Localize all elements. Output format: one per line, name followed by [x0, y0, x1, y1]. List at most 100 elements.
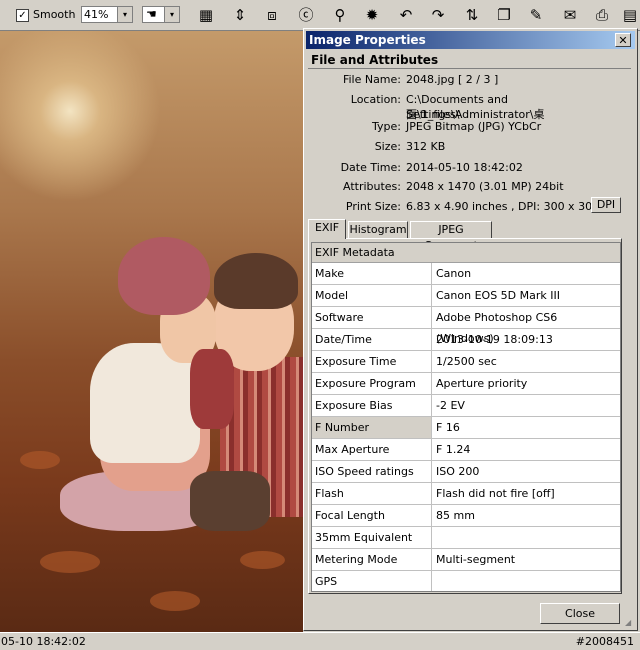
exif-value: 1/2500 sec	[436, 355, 497, 368]
girl-hat	[118, 237, 210, 315]
table-row[interactable]: 35mm Equivalent	[312, 527, 620, 549]
attribute-value: 2048 x 1470 (3.01 MP) 24bit	[406, 180, 564, 193]
exif-key: F Number	[312, 417, 432, 438]
exif-value: 85 mm	[436, 509, 475, 522]
chevron-down-icon: ▾	[164, 7, 179, 22]
exif-header: EXIF Metadata	[312, 243, 620, 263]
exif-key: 35mm Equivalent	[312, 527, 432, 548]
exif-value: F 16	[436, 421, 460, 434]
attribute-label: Print Size:	[345, 200, 401, 213]
table-row[interactable]: Make Canon	[312, 263, 620, 285]
close-button[interactable]: Close	[540, 603, 620, 624]
sun-effects-icon[interactable]: ✹	[362, 5, 382, 25]
exif-value: ISO 200	[436, 465, 480, 478]
tab-jpeg-comment[interactable]: JPEG Comment	[410, 221, 492, 252]
attribute-label: Location:	[350, 93, 401, 106]
table-row[interactable]: Date/Time 2013-10-19 18:09:13	[312, 329, 620, 351]
filmstrip-icon[interactable]: ▦	[196, 5, 216, 25]
toolbar: ✓ Smooth 41% ▾ ☚ ▾ ▦ ⇕ ⧈ ⓒ ⚲ ✹ ↶ ↷ ⇅ ❐ ✎ ✉ ⎙ ▤	[0, 0, 640, 31]
exif-value: F 1.24	[436, 443, 471, 456]
exif-key: Model	[312, 285, 432, 306]
chevron-down-icon: ▾	[117, 7, 132, 22]
hand-icon: ☚	[146, 7, 157, 21]
attribute-value: JPEG Bitmap (JPG) YCbCr	[406, 120, 542, 133]
table-row[interactable]: Max Aperture F 1.24	[312, 439, 620, 461]
print-icon[interactable]: ⎙	[592, 5, 612, 25]
color-balance-icon[interactable]: ⓒ	[296, 5, 316, 25]
paint-icon[interactable]: ✎	[526, 5, 546, 25]
save-icon[interactable]: ▤	[620, 5, 640, 25]
table-row[interactable]: Exposure Bias -2 EV	[312, 395, 620, 417]
status-id: #2008451	[575, 635, 634, 648]
leaf-shape	[240, 551, 285, 569]
table-row[interactable]: Focal Length 85 mm	[312, 505, 620, 527]
leaf-shape	[20, 451, 60, 469]
attribute-label: Size:	[374, 140, 401, 153]
email-icon[interactable]: ✉	[560, 5, 580, 25]
attribute-label: Date Time:	[340, 161, 401, 174]
resize-grip-icon[interactable]: ◢	[625, 618, 635, 628]
stamp-icon[interactable]: ⚲	[330, 5, 350, 25]
zoom-select[interactable]: 41% ▾	[81, 6, 133, 23]
status-datetime: 05-10 18:42:02	[1, 635, 86, 648]
exif-key: Focal Length	[312, 505, 432, 526]
attribute-value: 2014-05-10 18:42:02	[406, 161, 523, 174]
exif-key: ISO Speed ratings	[312, 461, 432, 482]
exif-value: Adobe Photoshop CS6 (Windows)	[436, 311, 558, 345]
table-row[interactable]: Model Canon EOS 5D Mark III	[312, 285, 620, 307]
smooth-label: Smooth	[33, 8, 76, 21]
table-row[interactable]: Exposure Time 1/2500 sec	[312, 351, 620, 373]
exif-value: 2013-10-19 18:09:13	[436, 333, 553, 346]
attribute-label: Attributes:	[342, 180, 401, 193]
flip-icon[interactable]: ⇅	[462, 5, 482, 25]
exif-key: Software	[312, 307, 432, 328]
smooth-checkbox[interactable]: ✓	[16, 9, 29, 22]
dialog-titlebar[interactable]: Image Properties ✕	[306, 31, 635, 49]
rotate-right-icon[interactable]: ↷	[428, 5, 448, 25]
exif-key: Flash	[312, 483, 432, 504]
exif-key: Metering Mode	[312, 549, 432, 570]
pan-tool-select[interactable]: ☚ ▾	[142, 6, 180, 23]
exif-value: Multi-segment	[436, 553, 516, 566]
section-title: File and Attributes	[308, 51, 631, 69]
exif-key: Exposure Time	[312, 351, 432, 372]
exif-value: Aperture priority	[436, 377, 528, 390]
boot	[190, 471, 270, 531]
attribute-value: 312 KB	[406, 140, 446, 153]
exif-panel: EXIF Metadata Make Canon Model Canon EOS 5D…	[308, 238, 622, 594]
copy-icon[interactable]: ❐	[494, 5, 514, 25]
attribute-value: 2048.jpg [ 2 / 3 ]	[406, 73, 499, 86]
boy-hair	[214, 253, 298, 309]
girl-scarf	[190, 349, 234, 429]
attribute-label: File Name:	[342, 73, 401, 86]
rotate-left-icon[interactable]: ↶	[396, 5, 416, 25]
table-row[interactable]: F Number F 16	[312, 417, 620, 439]
attribute-label: Type:	[372, 120, 401, 133]
dpi-button[interactable]: DPI	[591, 197, 621, 213]
exif-value	[433, 571, 618, 591]
exif-key: Date/Time	[312, 329, 432, 350]
exif-value: -2 EV	[436, 399, 465, 412]
image-canvas[interactable]	[0, 31, 303, 632]
table-row[interactable]: Software Adobe Photoshop CS6 (Windows)	[312, 307, 620, 345]
table-row[interactable]: Metering Mode Multi-segment	[312, 549, 620, 571]
zoom-value: 41%	[84, 8, 109, 21]
table-row[interactable]: Flash Flash did not fire [off]	[312, 483, 620, 505]
crop-icon[interactable]: ⧈	[262, 5, 282, 25]
table-row[interactable]: GPS	[312, 571, 620, 591]
table-row[interactable]: ISO Speed ratings ISO 200	[312, 461, 620, 483]
exif-value: Flash did not fire [off]	[436, 487, 555, 500]
exif-grid[interactable]: EXIF Metadata Make Canon Model Canon EOS 5D…	[311, 242, 621, 592]
tab-exif[interactable]: EXIF	[308, 219, 346, 239]
exif-key: GPS	[312, 571, 432, 591]
leaf-shape	[40, 551, 100, 573]
exif-key: Exposure Program	[312, 373, 432, 394]
exif-key: Max Aperture	[312, 439, 432, 460]
exif-key: Make	[312, 263, 432, 284]
table-row[interactable]: Exposure Program Aperture priority	[312, 373, 620, 395]
status-bar: 05-10 18:42:02 #2008451	[0, 632, 640, 650]
tab-histogram[interactable]: Histogram	[348, 221, 408, 238]
resize-icon[interactable]: ⇕	[230, 5, 250, 25]
dialog-title: Image Properties	[309, 33, 426, 47]
close-icon[interactable]: ✕	[615, 33, 631, 47]
